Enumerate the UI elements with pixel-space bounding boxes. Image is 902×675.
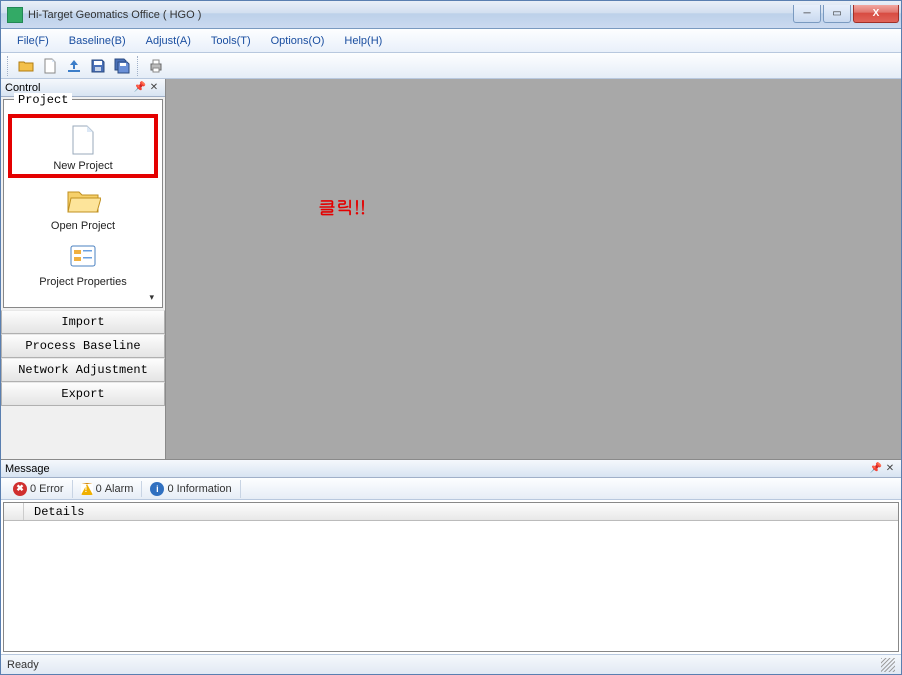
workspace: 클릭!! (166, 79, 901, 459)
titlebar[interactable]: Hi-Target Geomatics Office ( HGO ) ─ ▭ X (1, 1, 901, 29)
menu-file[interactable]: File(F) (7, 32, 59, 50)
error-icon: ✖ (13, 482, 27, 496)
alarm-filter[interactable]: 0 Alarm (73, 481, 143, 497)
save-icon[interactable] (87, 55, 109, 77)
annotation-click: 클릭!! (318, 195, 366, 220)
menu-adjust[interactable]: Adjust(A) (136, 32, 201, 50)
minimize-button[interactable]: ─ (793, 5, 821, 23)
export-button[interactable]: Export (1, 382, 165, 406)
info-count: 0 (167, 483, 173, 495)
project-properties-button[interactable]: Project Properties (8, 234, 158, 290)
toolbar-grip (7, 56, 11, 76)
details-column[interactable]: Details (24, 503, 898, 520)
app-icon (7, 7, 23, 23)
info-icon: i (150, 482, 164, 496)
toolbar-separator (137, 56, 141, 76)
properties-icon (65, 240, 101, 272)
message-panel: Message 📌 ✕ ✖ 0 Error 0 Alarm i 0 Inform… (1, 459, 901, 654)
new-project-button[interactable]: New Project (8, 114, 158, 178)
app-window: Hi-Target Geomatics Office ( HGO ) ─ ▭ X… (0, 0, 902, 675)
project-properties-label: Project Properties (39, 276, 126, 288)
error-count: 0 (30, 483, 36, 495)
network-adjustment-button[interactable]: Network Adjustment (1, 358, 165, 382)
open-folder-icon[interactable] (15, 55, 37, 77)
pin-icon[interactable]: 📌 (869, 463, 883, 474)
message-filters: ✖ 0 Error 0 Alarm i 0 Information (1, 478, 901, 500)
alarm-count: 0 (96, 483, 102, 495)
details-grid[interactable]: Details (3, 502, 899, 652)
open-folder-icon (65, 184, 101, 216)
maximize-button[interactable]: ▭ (823, 5, 851, 23)
new-file-icon[interactable] (39, 55, 61, 77)
import-icon[interactable] (63, 55, 85, 77)
close-button[interactable]: X (853, 5, 899, 23)
project-group: Project New Project Open Project Project… (3, 99, 163, 308)
close-panel-icon[interactable]: ✕ (883, 463, 897, 474)
resize-grip[interactable] (881, 658, 895, 672)
open-project-label: Open Project (51, 220, 115, 232)
menu-baseline[interactable]: Baseline(B) (59, 32, 136, 50)
project-group-label: Project (14, 93, 72, 107)
control-panel: Control 📌 ✕ Project New Project Open Pro… (1, 79, 166, 459)
menubar: File(F) Baseline(B) Adjust(A) Tools(T) O… (1, 29, 901, 53)
menu-help[interactable]: Help(H) (334, 32, 392, 50)
toolbar (1, 53, 901, 79)
message-panel-header: Message 📌 ✕ (1, 460, 901, 478)
control-panel-title: Control (5, 82, 133, 94)
pin-icon[interactable]: 📌 (133, 82, 147, 93)
alarm-label: Alarm (105, 483, 134, 495)
print-icon[interactable] (145, 55, 167, 77)
dropdown-arrow-icon[interactable]: ▾ (8, 290, 158, 303)
import-button[interactable]: Import (1, 310, 165, 334)
details-header: Details (4, 503, 898, 521)
menu-options[interactable]: Options(O) (261, 32, 335, 50)
open-project-button[interactable]: Open Project (8, 178, 158, 234)
status-text: Ready (7, 659, 39, 671)
close-panel-icon[interactable]: ✕ (147, 82, 161, 93)
new-file-icon (65, 124, 101, 156)
menu-tools[interactable]: Tools(T) (201, 32, 261, 50)
statusbar: Ready (1, 654, 901, 674)
save-all-icon[interactable] (111, 55, 133, 77)
row-number-column[interactable] (4, 503, 24, 520)
process-baseline-button[interactable]: Process Baseline (1, 334, 165, 358)
window-title: Hi-Target Geomatics Office ( HGO ) (28, 9, 791, 21)
error-label: Error (39, 483, 63, 495)
warning-icon (81, 483, 93, 495)
info-label: Information (177, 483, 232, 495)
error-filter[interactable]: ✖ 0 Error (5, 480, 73, 498)
information-filter[interactable]: i 0 Information (142, 480, 240, 498)
new-project-label: New Project (53, 160, 112, 172)
message-panel-title: Message (5, 463, 869, 475)
